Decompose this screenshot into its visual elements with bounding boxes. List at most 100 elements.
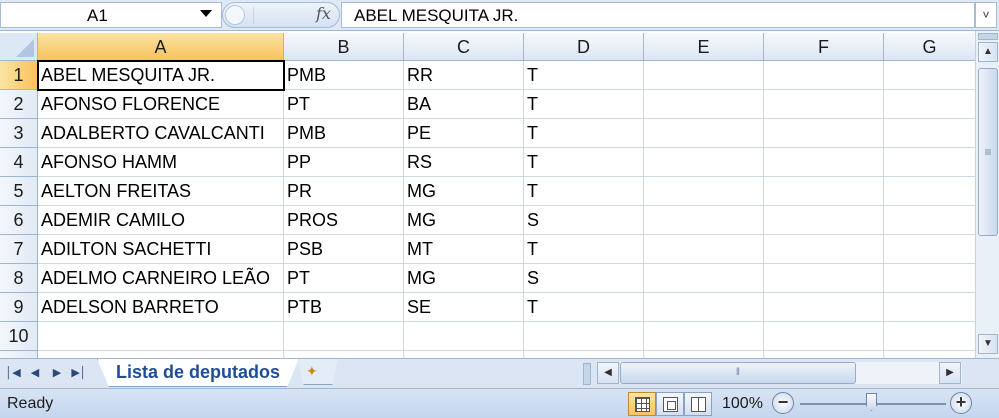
row-header-6[interactable]: 6 (0, 206, 38, 235)
cell-c7[interactable]: MT (404, 235, 524, 264)
previous-sheet-button[interactable]: ◀ (26, 363, 44, 383)
cell-f8[interactable] (764, 264, 884, 293)
cell-c8[interactable]: MG (404, 264, 524, 293)
sheet-tab-lista-de-deputados[interactable]: Lista de deputados (97, 359, 299, 387)
row-header-3[interactable]: 3 (0, 119, 38, 148)
cell-f5[interactable] (764, 177, 884, 206)
row-header-7[interactable]: 7 (0, 235, 38, 264)
cell-a2[interactable]: AFONSO FLORENCE (38, 90, 284, 119)
cell-b9[interactable]: PTB (284, 293, 404, 322)
cell-c5[interactable]: MG (404, 177, 524, 206)
last-sheet-button[interactable]: ▶│ (70, 363, 88, 383)
horizontal-scroll-thumb[interactable]: ‖ (620, 362, 856, 384)
cell-f9[interactable] (764, 293, 884, 322)
select-all-button[interactable] (0, 33, 38, 61)
cell-a4[interactable]: AFONSO HAMM (38, 148, 284, 177)
cell-g5[interactable] (884, 177, 975, 206)
cell-f3[interactable] (764, 119, 884, 148)
expand-formula-bar-button[interactable]: ˅ (975, 2, 997, 28)
cell-b2[interactable]: PT (284, 90, 404, 119)
cell-d4[interactable]: T (524, 148, 644, 177)
zoom-slider-thumb[interactable] (866, 393, 877, 411)
column-header-c[interactable]: C (404, 33, 524, 61)
scroll-left-button[interactable]: ◀ (597, 362, 619, 384)
cell-b1[interactable]: PMB (284, 61, 404, 90)
cell-e2[interactable] (644, 90, 764, 119)
cell-d6[interactable]: S (524, 206, 644, 235)
cell-e10[interactable] (644, 322, 764, 351)
cell-f4[interactable] (764, 148, 884, 177)
name-box-dropdown-icon[interactable] (200, 10, 212, 17)
cell-g7[interactable] (884, 235, 975, 264)
row-header-10[interactable]: 10 (0, 322, 38, 351)
column-header-f[interactable]: F (764, 33, 884, 61)
cell-e11[interactable] (644, 351, 764, 358)
cell-d11[interactable] (524, 351, 644, 358)
cell-c11[interactable] (404, 351, 524, 358)
cell-c9[interactable]: SE (404, 293, 524, 322)
cell-a1[interactable]: ABEL MESQUITA JR. (37, 60, 285, 91)
cell-e9[interactable] (644, 293, 764, 322)
cell-c3[interactable]: PE (404, 119, 524, 148)
cell-a3[interactable]: ADALBERTO CAVALCANTI (38, 119, 284, 148)
cell-e7[interactable] (644, 235, 764, 264)
cell-e5[interactable] (644, 177, 764, 206)
vertical-split-handle[interactable] (978, 33, 998, 40)
cell-b11[interactable] (284, 351, 404, 358)
row-header-5[interactable]: 5 (0, 177, 38, 206)
column-header-g[interactable]: G (884, 33, 975, 61)
cell-b6[interactable]: PROS (284, 206, 404, 235)
cell-g10[interactable] (884, 322, 975, 351)
cell-d5[interactable]: T (524, 177, 644, 206)
name-box[interactable]: A1 (0, 2, 222, 28)
cell-g4[interactable] (884, 148, 975, 177)
cell-a6[interactable]: ADEMIR CAMILO (38, 206, 284, 235)
cell-c10[interactable] (404, 322, 524, 351)
cell-c6[interactable]: MG (404, 206, 524, 235)
cell-g11[interactable] (884, 351, 975, 358)
cell-a10[interactable] (38, 322, 284, 351)
cell-a5[interactable]: AELTON FREITAS (38, 177, 284, 206)
page-layout-view-button[interactable] (656, 392, 684, 416)
column-header-e[interactable]: E (644, 33, 764, 61)
formula-bar-handle[interactable] (225, 5, 245, 25)
cell-c2[interactable]: BA (404, 90, 524, 119)
cell-b4[interactable]: PP (284, 148, 404, 177)
cell-c1[interactable]: RR (404, 61, 524, 90)
cell-c4[interactable]: RS (404, 148, 524, 177)
cell-d8[interactable]: S (524, 264, 644, 293)
cell-g9[interactable] (884, 293, 975, 322)
cell-e1[interactable] (644, 61, 764, 90)
cell-b5[interactable]: PR (284, 177, 404, 206)
cell-d1[interactable]: T (524, 61, 644, 90)
cell-g8[interactable] (884, 264, 975, 293)
zoom-level[interactable]: 100% (722, 395, 763, 413)
cell-d2[interactable]: T (524, 90, 644, 119)
column-header-b[interactable]: B (284, 33, 404, 61)
scroll-up-button[interactable]: ▲ (978, 42, 998, 62)
normal-view-button[interactable] (628, 392, 656, 416)
row-header-4[interactable]: 4 (0, 148, 38, 177)
cell-d3[interactable]: T (524, 119, 644, 148)
cell-e6[interactable] (644, 206, 764, 235)
cell-f10[interactable] (764, 322, 884, 351)
cell-d9[interactable]: T (524, 293, 644, 322)
cell-f11[interactable] (764, 351, 884, 358)
insert-function-button[interactable]: fx (222, 2, 340, 28)
cell-a11[interactable] (38, 351, 284, 358)
cell-d7[interactable]: T (524, 235, 644, 264)
next-sheet-button[interactable]: ▶ (48, 363, 66, 383)
cell-g3[interactable] (884, 119, 975, 148)
column-header-d[interactable]: D (524, 33, 644, 61)
cell-e3[interactable] (644, 119, 764, 148)
scroll-down-button[interactable]: ▼ (978, 334, 998, 354)
zoom-out-button[interactable]: − (772, 392, 794, 414)
page-break-preview-button[interactable] (684, 392, 712, 416)
cell-g2[interactable] (884, 90, 975, 119)
vertical-scrollbar[interactable]: ▲ ≡ ▼ (975, 31, 999, 358)
scroll-right-button[interactable]: ▶ (939, 362, 961, 384)
row-header-8[interactable]: 8 (0, 264, 38, 293)
cell-g6[interactable] (884, 206, 975, 235)
tab-split-handle[interactable] (583, 363, 591, 385)
cell-b3[interactable]: PMB (284, 119, 404, 148)
